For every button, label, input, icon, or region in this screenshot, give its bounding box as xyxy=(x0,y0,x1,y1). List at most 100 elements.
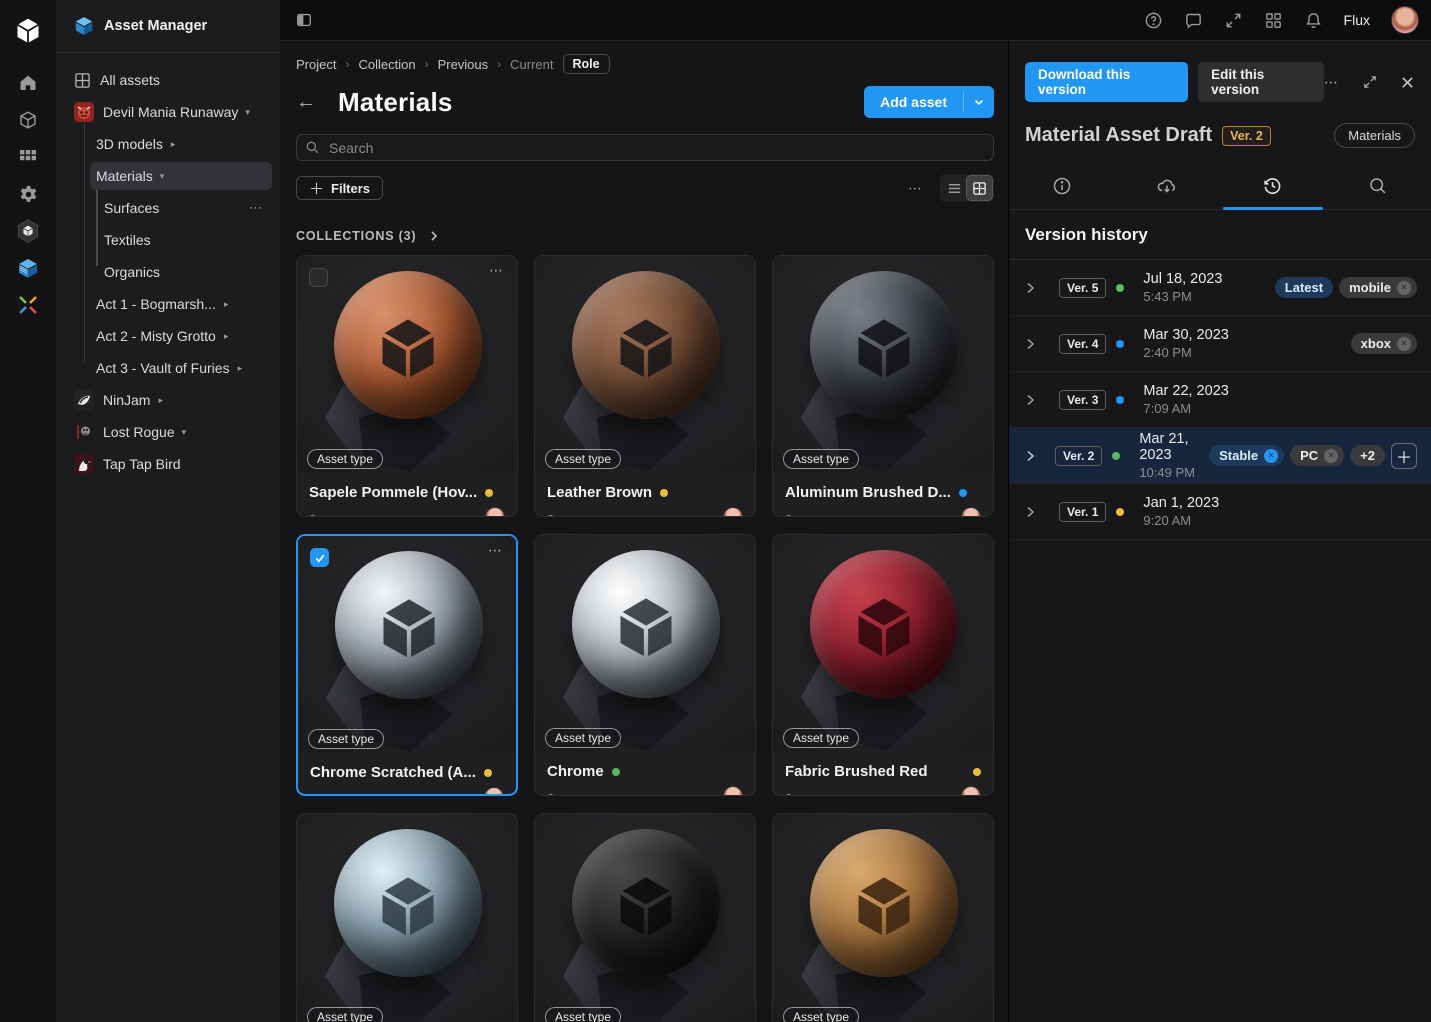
tab-version-history[interactable] xyxy=(1220,164,1326,209)
card-checkbox[interactable] xyxy=(309,268,328,287)
version-date: Mar 21, 2023 xyxy=(1139,431,1209,463)
search-input[interactable] xyxy=(296,134,994,161)
apps-grid-icon[interactable] xyxy=(10,139,46,175)
tag-stable: Stable✕ xyxy=(1209,445,1284,466)
sidebar-item-act-3[interactable]: Act 3 - Vault of Furies ▸ xyxy=(56,352,280,384)
sidebar-item-act-1[interactable]: Act 1 - Bogmarsh... ▸ xyxy=(56,288,280,320)
asset-card[interactable]: Asset type xyxy=(296,813,518,1022)
add-asset-dropdown[interactable] xyxy=(964,86,994,118)
asset-card[interactable]: Asset type xyxy=(534,813,756,1022)
project-avatar-lost-rogue xyxy=(74,422,94,442)
notifications-bell-icon[interactable] xyxy=(1304,11,1323,30)
asset-type-badge: Asset type xyxy=(308,729,384,749)
expand-panel-icon[interactable] xyxy=(1362,74,1378,90)
sidebar-item-lost-rogue[interactable]: Lost Rogue ▾ xyxy=(56,416,280,448)
sidebar-item-label: 3D models xyxy=(96,136,163,152)
breadcrumb-separator: › xyxy=(425,57,429,71)
remove-tag-icon[interactable]: ✕ xyxy=(1397,337,1411,351)
version-date: Mar 30, 2023 xyxy=(1143,327,1228,343)
asset-card[interactable]: ⋯ Asset type Sapele Pommele (Hov... 2m a… xyxy=(296,255,518,517)
sidebar-item-3d-models[interactable]: 3D models ▸ xyxy=(56,128,280,160)
remove-tag-icon[interactable]: ✕ xyxy=(1264,449,1278,463)
expand-row-icon[interactable] xyxy=(1023,337,1045,351)
expand-row-icon[interactable] xyxy=(1023,281,1045,295)
app-switcher-icon[interactable] xyxy=(1264,11,1283,30)
sidebar-item-textiles[interactable]: Textiles xyxy=(56,224,280,256)
sidebar-item-ninjam[interactable]: NinJam ▸ xyxy=(56,384,280,416)
panel-more-icon[interactable]: ⋯ xyxy=(1324,74,1340,91)
filters-button[interactable]: ＋ Filters xyxy=(296,176,383,200)
asset-thumbnail: ⋯ Asset type xyxy=(297,256,517,472)
grid-view-button[interactable] xyxy=(967,176,992,200)
version-row[interactable]: Ver. 5 Jul 18, 20235:43 PM Latest mobile… xyxy=(1009,260,1431,316)
services-x-icon[interactable] xyxy=(10,287,46,323)
sidebar-item-surfaces[interactable]: Surfaces ⋯ xyxy=(56,192,280,224)
more-options-icon[interactable]: ⋯ xyxy=(249,200,264,216)
collections-cube-icon[interactable] xyxy=(10,250,46,286)
material-sphere xyxy=(810,829,958,977)
breadcrumb-previous[interactable]: Previous xyxy=(438,57,489,72)
material-sphere xyxy=(335,551,483,699)
sidebar-item-tap-tap-bird[interactable]: Tap Tap Bird xyxy=(56,448,280,480)
top-bar: Flux xyxy=(280,0,1431,41)
expand-row-icon[interactable] xyxy=(1023,449,1041,463)
asset-card[interactable]: Asset type Aluminum Brushed D... 2m ago xyxy=(772,255,994,517)
close-panel-icon[interactable] xyxy=(1400,75,1415,90)
fullscreen-icon[interactable] xyxy=(1224,11,1243,30)
version-row[interactable]: Ver. 3 Mar 22, 20237:09 AM xyxy=(1009,372,1431,428)
sidebar-item-all-assets[interactable]: All assets xyxy=(56,64,280,96)
asset-card-selected[interactable]: ⋯ Asset type Chrome Scratched (A... 2m a… xyxy=(296,534,518,796)
asset-manager-hex-icon[interactable] xyxy=(10,213,46,249)
version-row-selected[interactable]: Ver. 2 Mar 21, 202310:49 PM Stable✕ PC✕ … xyxy=(1009,428,1431,484)
tag-more-count[interactable]: +2 xyxy=(1350,445,1385,466)
feedback-chat-icon[interactable] xyxy=(1184,11,1203,30)
card-menu-icon[interactable]: ⋯ xyxy=(489,262,505,279)
settings-gear-icon[interactable] xyxy=(10,176,46,212)
version-status-dot xyxy=(1112,452,1120,460)
sidebar-header: Asset Manager xyxy=(56,0,280,53)
card-checkbox-checked[interactable] xyxy=(310,548,329,567)
add-tag-button[interactable]: ＋ xyxy=(1391,443,1417,469)
version-label: Ver. 2 xyxy=(1055,446,1102,466)
tab-cloud-sync[interactable] xyxy=(1115,164,1221,209)
sidebar-item-organics[interactable]: Organics xyxy=(56,256,280,288)
list-view-button[interactable] xyxy=(942,176,967,200)
sidebar-item-label: NinJam xyxy=(103,392,150,408)
breadcrumb-collection[interactable]: Collection xyxy=(358,57,415,72)
unity-logo-icon[interactable] xyxy=(10,12,46,48)
download-version-button[interactable]: Download this version xyxy=(1025,62,1188,102)
card-menu-icon[interactable]: ⋯ xyxy=(488,542,504,559)
add-asset-label: Add asset xyxy=(864,86,963,118)
tab-info[interactable] xyxy=(1009,164,1115,209)
asset-thumbnail: Asset type xyxy=(773,256,993,472)
asset-card[interactable]: Asset type Fabric Brushed Red 2m ago xyxy=(772,534,994,796)
version-row[interactable]: Ver. 1 Jan 1, 20239:20 AM xyxy=(1009,484,1431,540)
user-avatar[interactable] xyxy=(1391,6,1419,34)
remove-tag-icon[interactable]: ✕ xyxy=(1397,281,1411,295)
asset-card[interactable]: Asset type Chrome 2m ago xyxy=(534,534,756,796)
tab-search[interactable] xyxy=(1326,164,1431,209)
sidebar-item-act-2[interactable]: Act 2 - Misty Grotto ▸ xyxy=(56,320,280,352)
asset-owner-avatar xyxy=(723,786,743,797)
help-icon[interactable] xyxy=(1144,11,1163,30)
asset-updated-time: 2m ago xyxy=(547,791,590,796)
version-time: 7:09 AM xyxy=(1143,401,1228,416)
breadcrumb-project[interactable]: Project xyxy=(296,57,336,72)
remove-tag-icon[interactable]: ✕ xyxy=(1324,449,1338,463)
back-button[interactable]: ← xyxy=(296,91,324,114)
packages-cube-icon[interactable] xyxy=(10,102,46,138)
expand-row-icon[interactable] xyxy=(1023,505,1045,519)
asset-owner-avatar xyxy=(961,786,981,797)
sidebar-item-devil-mania-runaway[interactable]: Devil Mania Runaway ▾ xyxy=(56,96,280,128)
home-icon[interactable] xyxy=(10,65,46,101)
edit-version-button[interactable]: Edit this version xyxy=(1198,62,1324,102)
version-row[interactable]: Ver. 4 Mar 30, 20232:40 PM xbox✕ xyxy=(1009,316,1431,372)
add-asset-button[interactable]: Add asset xyxy=(864,86,994,118)
expand-row-icon[interactable] xyxy=(1023,393,1045,407)
asset-card[interactable]: Asset type Leather Brown 2m ago xyxy=(534,255,756,517)
asset-card[interactable]: Asset type xyxy=(772,813,994,1022)
collapse-panel-icon[interactable] xyxy=(295,11,313,29)
sidebar-item-materials[interactable]: Materials ▾ xyxy=(56,160,280,192)
collections-toggle[interactable]: COLLECTIONS (3) xyxy=(296,229,994,243)
more-options-icon[interactable]: ⋯ xyxy=(908,180,924,197)
